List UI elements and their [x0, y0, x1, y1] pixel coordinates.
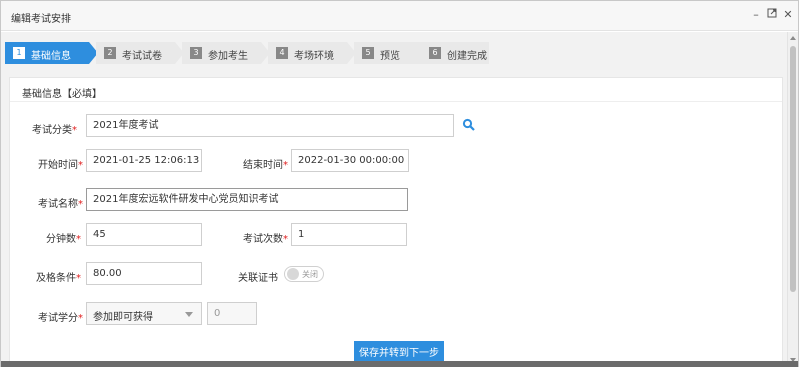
edit-exam-dialog: 编辑考试安排 – ✕ 1 基础信息 2 考试试卷 3 参加考生 4 考场环境 5…	[0, 0, 799, 367]
step-number: 3	[190, 47, 202, 59]
step-number: 1	[13, 47, 25, 59]
certificate-toggle[interactable]: 关闭	[284, 266, 324, 282]
step-number: 6	[429, 47, 441, 59]
category-label: 考试分类*	[32, 125, 77, 136]
exam-name-label: 考试名称*	[38, 199, 83, 210]
toggle-text: 关闭	[302, 270, 318, 279]
step-examinees[interactable]: 3 参加考生	[182, 42, 261, 64]
panel-header: 基础信息【必填】	[10, 78, 782, 102]
attempts-field[interactable]: 1	[291, 223, 407, 246]
end-time-label: 结束时间*	[243, 160, 288, 171]
title-bar: 编辑考试安排 – ✕	[1, 1, 798, 31]
step-label: 参加考生	[208, 51, 248, 62]
step-number: 4	[276, 47, 288, 59]
pass-score-label: 及格条件*	[36, 273, 81, 284]
vertical-scrollbar[interactable]	[787, 32, 798, 366]
step-label: 考试试卷	[122, 51, 162, 62]
end-time-field[interactable]: 2022-01-30 00:00:00	[291, 149, 409, 172]
certificate-label: 关联证书	[238, 273, 278, 284]
step-basic-info[interactable]: 1 基础信息	[5, 42, 89, 64]
step-number: 2	[104, 47, 116, 59]
minutes-label: 分钟数*	[46, 234, 81, 245]
step-preview[interactable]: 5 预览	[354, 42, 425, 64]
credits-amount-field[interactable]: 0	[207, 302, 257, 325]
start-time-label: 开始时间*	[38, 160, 83, 171]
panel-title: 基础信息【必填】	[22, 89, 102, 100]
basic-info-panel: 基础信息【必填】 考试分类* 2021年度考试 开始时间* 2021-01-25…	[9, 77, 783, 366]
step-number: 5	[362, 47, 374, 59]
dialog-body: 1 基础信息 2 考试试卷 3 参加考生 4 考场环境 5 预览 6 创建完成 …	[1, 32, 787, 366]
bottom-strip	[1, 361, 798, 367]
select-value: 参加即可获得	[93, 312, 153, 323]
credits-mode-select[interactable]: 参加即可获得	[86, 302, 202, 325]
start-time-field[interactable]: 2021-01-25 12:06:13	[86, 149, 202, 172]
step-label: 基础信息	[31, 51, 71, 62]
pass-score-field[interactable]: 80.00	[86, 262, 202, 285]
minutes-field[interactable]: 45	[86, 223, 202, 246]
minimize-icon[interactable]: –	[749, 8, 763, 22]
toggle-knob	[287, 268, 299, 280]
credits-label: 考试学分*	[38, 313, 83, 324]
step-exam-paper[interactable]: 2 考试试卷	[96, 42, 175, 64]
step-finish[interactable]: 6 创建完成	[421, 42, 489, 64]
maximize-icon[interactable]	[765, 8, 779, 22]
scroll-thumb[interactable]	[790, 46, 796, 292]
chevron-down-icon	[185, 312, 193, 317]
step-label: 创建完成	[447, 51, 487, 62]
close-icon[interactable]: ✕	[781, 8, 795, 22]
attempts-label: 考试次数*	[243, 234, 288, 245]
category-field[interactable]: 2021年度考试	[86, 114, 454, 137]
scroll-up-icon[interactable]	[790, 36, 796, 40]
exam-name-field[interactable]: 2021年度宏远软件研发中心党员知识考试	[86, 188, 408, 211]
step-exam-environment[interactable]: 4 考场环境	[268, 42, 347, 64]
step-label: 预览	[380, 51, 400, 62]
step-label: 考场环境	[294, 51, 334, 62]
search-icon[interactable]	[462, 118, 476, 132]
dialog-title: 编辑考试安排	[11, 14, 71, 25]
